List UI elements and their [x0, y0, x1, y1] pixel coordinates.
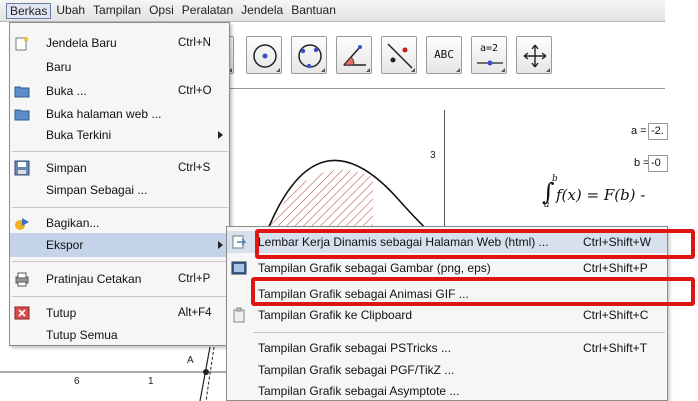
menu-item-open-recent[interactable]: Buka Terkini: [10, 123, 229, 147]
close-icon: [14, 306, 30, 320]
export-item-clipboard[interactable]: Tampilan Grafik ke Clipboard Ctrl+Shift+…: [227, 304, 667, 326]
menu-label: Simpan Sebagai ...: [46, 183, 148, 197]
menu-tampilan[interactable]: Tampilan: [90, 3, 144, 19]
menu-item-print-preview[interactable]: Pratinjau Cetakan Ctrl+P: [10, 267, 229, 291]
menu-shortcut: Ctrl+P: [178, 273, 211, 285]
x-tick-left: 6: [74, 376, 80, 387]
menu-berkas[interactable]: Berkas: [6, 2, 52, 19]
export-item-asymptote[interactable]: Tampilan Grafik sebagai Asymptote ...: [227, 380, 667, 401]
menu-label: Tutup Semua: [46, 328, 118, 342]
menu-separator: [12, 261, 228, 262]
menu-item-close-all[interactable]: Tutup Semua: [10, 323, 229, 347]
web-export-icon: [232, 235, 246, 249]
share-icon: [15, 218, 29, 230]
submenu-arrow-icon: [218, 241, 223, 249]
toolbar: ABC a=2: [224, 36, 665, 78]
angle-icon: [343, 45, 366, 66]
y-tick-3: 3: [430, 150, 436, 161]
menu-opsi[interactable]: Opsi: [146, 3, 177, 19]
slider-a-label: a =: [631, 125, 647, 137]
submenu-label: Tampilan Grafik sebagai Asymptote ...: [258, 384, 460, 398]
point-a-label: A: [187, 355, 194, 366]
menu-peralatan[interactable]: Peralatan: [179, 3, 236, 19]
menu-label: Ekspor: [46, 238, 84, 252]
menu-item-share[interactable]: Bagikan...: [10, 211, 229, 235]
menu-item-save[interactable]: Simpan Ctrl+S: [10, 156, 229, 180]
clipboard-icon: [233, 307, 245, 323]
export-item-pgf-tikz[interactable]: Tampilan Grafik sebagai PGF/TikZ ...: [227, 359, 667, 381]
submenu-shortcut: Ctrl+Shift+P: [583, 261, 648, 275]
menu-item-open[interactable]: Buka ... Ctrl+O: [10, 79, 229, 103]
submenu-separator: [253, 332, 665, 333]
menu-item-close[interactable]: Tutup Alt+F4: [10, 301, 229, 325]
menu-shortcut: Ctrl+O: [178, 85, 212, 97]
x-tick-right: 1: [148, 376, 154, 387]
folder-icon: [14, 86, 30, 98]
folder-web-icon: [14, 109, 30, 121]
menu-shortcut: Ctrl+S: [178, 162, 211, 174]
menu-label: Simpan: [46, 161, 87, 175]
menu-item-new-window[interactable]: Jendela Baru Ctrl+N: [10, 31, 229, 55]
circle-three-points-icon: [298, 44, 322, 69]
export-item-image[interactable]: Tampilan Grafik sebagai Gambar (png, eps…: [227, 257, 667, 279]
integral-lower-limit: a: [544, 200, 550, 210]
menu-ubah[interactable]: Ubah: [53, 3, 88, 19]
image-export-icon: [231, 261, 247, 275]
text-tool-label: ABC: [434, 48, 454, 61]
reflect-tool[interactable]: [381, 36, 417, 74]
menu-bantuan[interactable]: Bantuan: [288, 3, 339, 19]
submenu-shortcut: Ctrl+Shift+C: [583, 308, 649, 322]
menu-label: Buka Terkini: [46, 128, 112, 142]
print-preview-icon: [15, 272, 29, 287]
menu-label: Pratinjau Cetakan: [46, 272, 142, 286]
circle-center-icon: [253, 44, 277, 68]
new-window-icon: [15, 36, 29, 51]
menu-separator: [12, 151, 228, 152]
menu-label: Jendela Baru: [46, 36, 117, 50]
submenu-shortcut: Ctrl+Shift+T: [583, 341, 648, 355]
left-pane-graphics: A 6 1: [0, 346, 228, 401]
menu-label: Baru: [46, 60, 72, 74]
slider-b-input[interactable]: -0: [648, 155, 668, 172]
slider-tool[interactable]: a=2: [471, 36, 507, 74]
submenu-label: Tampilan Grafik ke Clipboard: [258, 308, 413, 322]
reflect-line-icon: [387, 43, 413, 69]
text-tool[interactable]: ABC: [426, 36, 462, 74]
graph-plot: [267, 159, 469, 229]
highlight-box-gif-export: [251, 277, 695, 306]
angle-tool[interactable]: [336, 36, 372, 74]
slider-icon: [477, 60, 503, 66]
menu-label: Bagikan...: [46, 216, 100, 230]
menu-shortcut: Ctrl+N: [178, 37, 211, 49]
menu-item-save-as[interactable]: Simpan Sebagai ...: [10, 178, 229, 202]
menu-item-export[interactable]: Ekspor: [10, 233, 229, 257]
move-arrows-icon: [523, 44, 547, 68]
menu-separator: [12, 296, 228, 297]
submenu-arrow-icon: [218, 131, 223, 139]
file-menu: Jendela Baru Ctrl+N Baru Buka ... Ctrl+O…: [9, 22, 230, 346]
menu-shortcut: Alt+F4: [178, 307, 212, 319]
menu-label: Buka halaman web ...: [46, 107, 162, 121]
submenu-label: Tampilan Grafik sebagai PGF/TikZ ...: [258, 363, 455, 377]
integral-hatched-region: [268, 169, 373, 229]
move-graphics-tool[interactable]: [516, 36, 552, 74]
menu-label: Buka ...: [46, 84, 87, 98]
integral-upper-limit: b: [552, 174, 558, 184]
formula-text: f(x) = F(b) -: [556, 186, 646, 204]
save-icon: [14, 160, 30, 176]
submenu-label: Tampilan Grafik sebagai PSTricks ...: [258, 341, 451, 355]
menu-label: Tutup: [46, 306, 77, 320]
integral-formula: ∫ b a f(x) = F(b) -: [542, 174, 646, 210]
export-item-pstricks[interactable]: Tampilan Grafik sebagai PSTricks ... Ctr…: [227, 337, 667, 359]
highlight-box-html-export: [255, 229, 695, 259]
circle-three-points-tool[interactable]: [291, 36, 327, 74]
submenu-label: Tampilan Grafik sebagai Gambar (png, eps…: [258, 261, 491, 275]
menu-separator: [12, 207, 228, 208]
circle-center-tool[interactable]: [246, 36, 282, 74]
menu-item-new[interactable]: Baru: [10, 55, 229, 79]
slider-a-input[interactable]: -2.: [648, 123, 668, 140]
menubar: Berkas Ubah Tampilan Opsi Peralatan Jend…: [0, 0, 665, 22]
menu-jendela[interactable]: Jendela: [238, 3, 286, 19]
